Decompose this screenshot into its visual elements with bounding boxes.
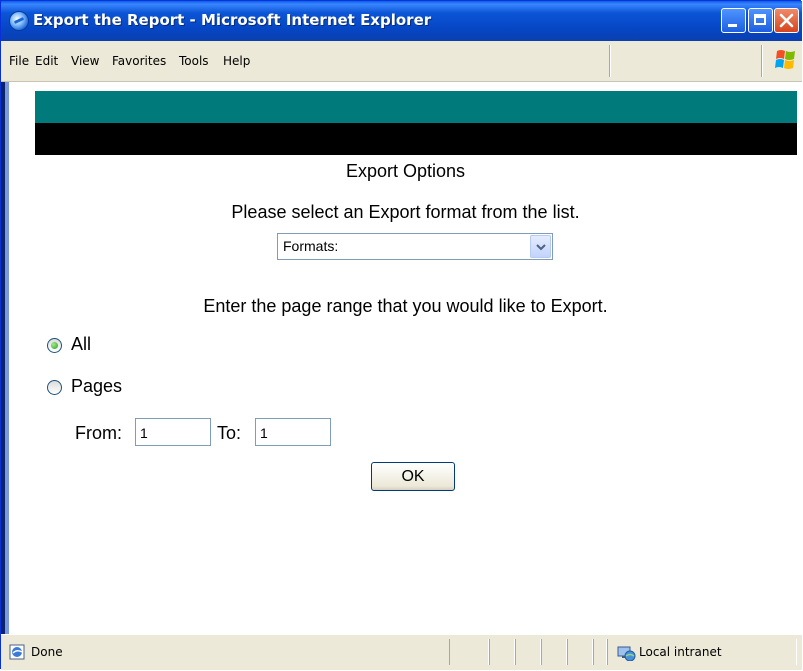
page-title: Export Options [345, 161, 466, 181]
menu-separator [761, 45, 763, 77]
local-intranet-icon [617, 646, 636, 661]
range-prompt: Enter the page range that you would like… [203, 296, 608, 316]
minimize-button[interactable] [721, 8, 746, 33]
status-cell [541, 639, 567, 665]
menu-edit[interactable]: Edit [35, 54, 58, 68]
status-cell [515, 639, 541, 665]
status-cell [489, 639, 515, 665]
maximize-button[interactable] [748, 8, 773, 33]
window-title: Export the Report - Microsoft Internet E… [33, 11, 432, 29]
to-page-input[interactable]: 1 [255, 418, 331, 446]
page-done-icon [9, 644, 25, 660]
menu-favorites[interactable]: Favorites [112, 54, 166, 68]
title-bar[interactable]: Export the Report - Microsoft Internet E… [1, 1, 802, 41]
format-select-value: Formats: [283, 238, 339, 254]
chevron-down-icon [536, 244, 546, 251]
windows-logo-icon [775, 50, 795, 69]
header-band-black [35, 123, 797, 155]
status-cell [567, 639, 593, 665]
page-content: Export Options Please select an Export f… [9, 82, 802, 634]
header-band-teal [35, 91, 797, 123]
status-text: Done [31, 645, 63, 659]
browser-window: Export the Report - Microsoft Internet E… [0, 0, 802, 670]
ok-button[interactable]: OK [371, 462, 455, 491]
radio-pages[interactable] [47, 380, 62, 395]
menu-bar: File Edit View Favorites Tools Help [1, 41, 802, 82]
status-bar: Done Local intranet [1, 634, 802, 670]
menu-separator [609, 45, 611, 77]
radio-all[interactable] [47, 338, 62, 353]
radio-all-label: All [71, 334, 92, 354]
ie-icon [9, 11, 29, 31]
instruction-text: Please select an Export format from the … [231, 202, 580, 222]
menu-file[interactable]: File [9, 54, 29, 68]
from-page-input[interactable]: 1 [135, 418, 211, 446]
menu-help[interactable]: Help [223, 54, 250, 68]
format-select-dropdown-button[interactable] [530, 235, 551, 258]
zone-text: Local intranet [639, 645, 722, 659]
close-button[interactable] [774, 8, 799, 33]
radio-pages-label: Pages [71, 376, 123, 396]
to-label: To: [217, 423, 242, 443]
close-icon [779, 13, 794, 28]
status-cell [449, 639, 489, 665]
menu-tools[interactable]: Tools [179, 54, 209, 68]
status-cell [593, 639, 607, 665]
format-select[interactable]: Formats: [277, 233, 553, 260]
from-label: From: [75, 423, 122, 443]
menu-view[interactable]: View [71, 54, 99, 68]
